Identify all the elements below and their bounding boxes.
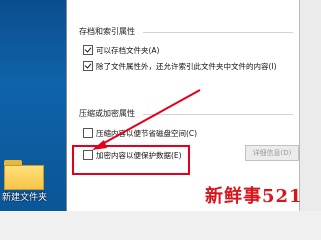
annotation-arrow [92,89,201,150]
watermark-text: 新鲜事521 [205,186,303,207]
